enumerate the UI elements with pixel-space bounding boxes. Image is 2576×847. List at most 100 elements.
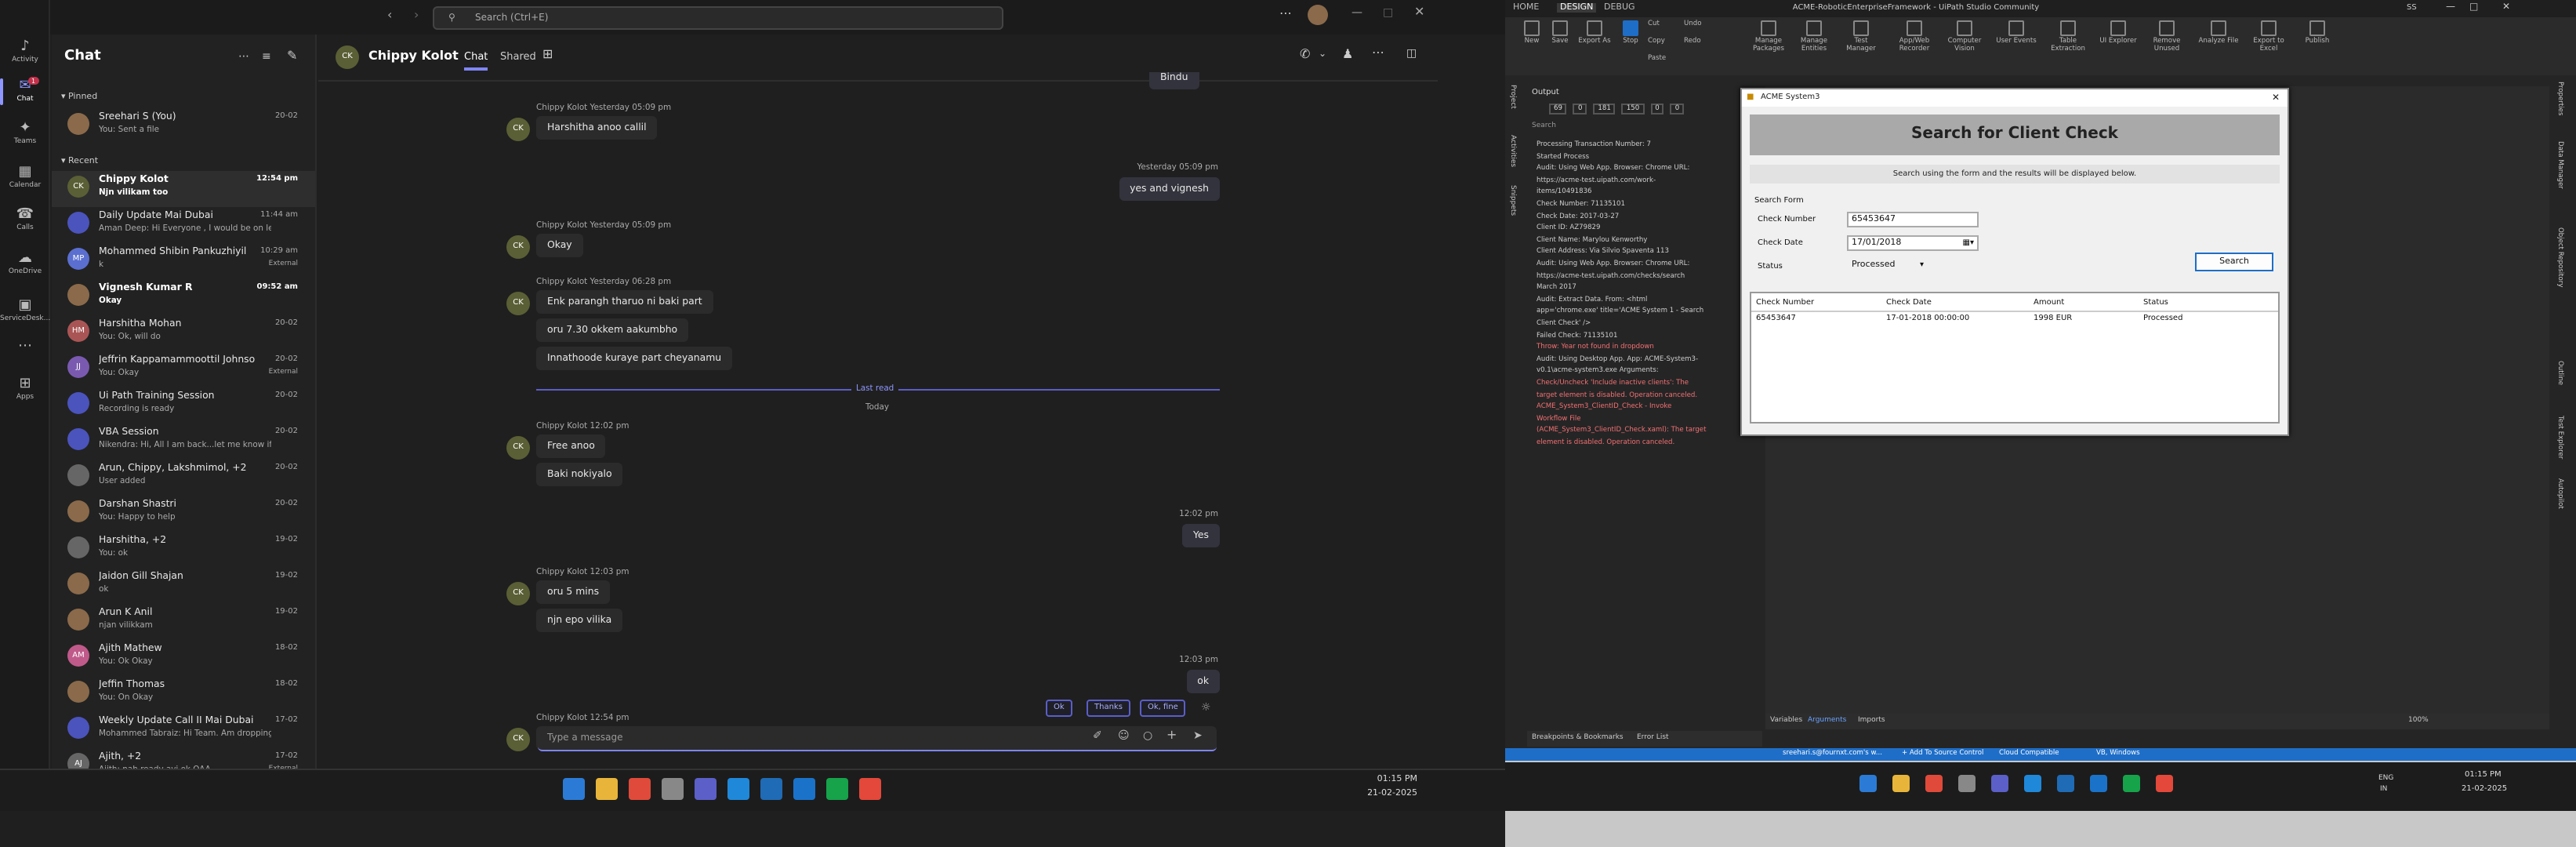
calendar-dropdown-icon[interactable]: ▦▾ — [1963, 237, 1974, 249]
ribbon-button-table-extraction[interactable]: Table Extraction — [2048, 20, 2088, 53]
chat-list-item[interactable]: VBA Session Nikendra: Hi, All I am back..… — [52, 424, 315, 460]
taskbar-app-icon[interactable] — [760, 778, 782, 800]
side-tab-test-explorer[interactable]: Test Explorer — [2556, 416, 2563, 459]
close-icon[interactable]: ✕ — [2272, 89, 2280, 107]
taskbar-app-icon[interactable] — [859, 778, 881, 800]
pinned-section-label[interactable]: ▾ Pinned — [61, 93, 97, 102]
back-arrow-icon[interactable]: ‹ — [387, 8, 392, 22]
taskbar-app-icon[interactable] — [1925, 775, 1943, 792]
ribbon-button-export-as[interactable]: Export As — [1574, 20, 1615, 45]
my-message-bubble[interactable]: yes and vignesh — [1119, 177, 1220, 201]
message-bubble[interactable]: Baki nokiyalo — [536, 463, 623, 486]
ribbon-button-redo[interactable]: Redo — [1682, 38, 1714, 45]
ribbon-button-analyze-file[interactable]: Analyze File — [2198, 20, 2239, 45]
compose-box[interactable]: Type a message ✐ ☺ ○ + ➤ — [538, 726, 1217, 751]
ribbon-button-undo[interactable]: Undo — [1682, 20, 1714, 28]
lightbulb-icon[interactable]: ☼ — [1201, 701, 1211, 714]
rail-item-bell[interactable]: ♪ Activity — [0, 39, 50, 64]
ribbon-button-test-manager[interactable]: Test Manager — [1841, 20, 1881, 53]
maximize-icon[interactable]: □ — [2469, 2, 2478, 13]
ribbon-button-manage-entities[interactable]: Manage Entities — [1794, 20, 1834, 53]
taskbar-app-icon[interactable] — [596, 778, 618, 800]
search-input[interactable]: ⚲ Search (Ctrl+E) — [433, 6, 1003, 30]
grid-cell[interactable]: 17-01-2018 00:00:00 — [1886, 314, 1969, 323]
chat-list-item[interactable]: Weekly Update Call II Mai Dubai Mohammed … — [52, 712, 315, 748]
format-icon[interactable]: ✐ — [1093, 729, 1102, 742]
message-bubble[interactable]: Free anoo — [536, 434, 606, 458]
forward-arrow-icon[interactable]: › — [414, 8, 419, 22]
output-count[interactable]: 0 — [1670, 104, 1685, 115]
close-icon[interactable]: ✕ — [2502, 2, 2510, 13]
ribbon-button-computer-vision[interactable]: Computer Vision — [1944, 20, 1985, 53]
side-tab-properties[interactable]: Properties — [2556, 82, 2563, 115]
more-options-icon[interactable]: ⋯ — [1372, 45, 1384, 60]
taskbar-app-icon[interactable] — [629, 778, 651, 800]
ribbon-button-stop[interactable]: Stop — [1610, 20, 1651, 45]
taskbar-app-icon[interactable] — [1991, 775, 2008, 792]
chat-list-item[interactable]: Arun, Chippy, Lakshmimol, +2 User added 20… — [52, 460, 315, 496]
chat-list-item[interactable]: Darshan Shastri You: Happy to help 20-02 — [52, 496, 315, 532]
chat-list-item[interactable]: MP Mohammed Shibin Pankuzhiyil k 10:29 am Ex… — [52, 243, 315, 279]
tab-error-list[interactable]: Error List — [1637, 734, 1669, 742]
side-panel-icon[interactable]: ◫ — [1406, 47, 1417, 60]
taskbar-app-icon[interactable] — [2123, 775, 2140, 792]
output-count[interactable]: 0 — [1573, 104, 1587, 115]
output-search[interactable]: Search — [1532, 122, 1556, 130]
message-bubble[interactable]: Innathoode kuraye part cheyanamu — [536, 347, 733, 370]
maximize-icon[interactable]: □ — [1383, 6, 1393, 19]
taskbar-app-icon[interactable] — [826, 778, 848, 800]
more-icon[interactable]: ⋯ — [238, 50, 249, 63]
status-dropdown[interactable]: Processed ▾ — [1847, 257, 1928, 273]
taskbar-app-icon[interactable] — [793, 778, 815, 800]
chat-list-item[interactable]: Ui Path Training Session Recording is rea… — [52, 387, 315, 424]
ribbon-tab-debug[interactable]: DEBUG — [1604, 3, 1635, 13]
ribbon-button-user-events[interactable]: User Events — [1996, 20, 2037, 45]
output-count[interactable]: 0 — [1650, 104, 1664, 115]
call-icon[interactable]: ✆ — [1300, 47, 1310, 61]
chat-list-item[interactable]: Vignesh Kumar R Okay 09:52 am — [52, 279, 315, 315]
close-icon[interactable]: ✕ — [1414, 5, 1424, 19]
ribbon-tab-design[interactable]: DESIGN — [1557, 3, 1597, 13]
suggested-reply[interactable]: Ok, fine — [1140, 700, 1186, 717]
status-source-control[interactable]: + Add To Source Control — [1902, 750, 1983, 758]
status-user[interactable]: sreehari.s@fournxt.com's w... — [1783, 750, 1882, 758]
search-button[interactable]: Search — [2195, 253, 2273, 271]
minimize-icon[interactable]: — — [1351, 6, 1362, 19]
new-chat-icon[interactable]: ✎ — [287, 49, 297, 63]
status-cloud[interactable]: Cloud Compatible — [1999, 750, 2059, 758]
chat-list-item[interactable]: AJAjith, +2Ajith: nah ready ayi ok OAA17… — [52, 748, 315, 769]
ribbon-button-export-to-excel[interactable]: Export to Excel — [2248, 20, 2289, 53]
add-tab-icon[interactable]: ⊞ — [542, 47, 553, 61]
sticker-icon[interactable]: ○ — [1143, 729, 1152, 742]
grid-column-header[interactable]: Check Date — [1886, 298, 1932, 307]
side-tab-outline[interactable]: Outline — [2556, 361, 2563, 385]
suggested-reply[interactable]: Thanks — [1087, 700, 1130, 717]
my-message-bubble[interactable]: Yes — [1182, 524, 1220, 547]
user-initials[interactable]: SS — [2407, 3, 2417, 13]
tab-shared[interactable]: Shared — [500, 50, 536, 63]
message-bubble[interactable]: Harshitha anoo callil — [536, 116, 658, 140]
tab-imports[interactable]: Imports — [1858, 717, 1885, 725]
grid-column-header[interactable]: Status — [2143, 298, 2168, 307]
taskbar-app-icon[interactable] — [1958, 775, 1976, 792]
ribbon-button-publish[interactable]: Publish — [2297, 20, 2338, 45]
rail-item-chat[interactable]: ✉ Chat 1 — [0, 77, 50, 105]
side-tab-data-manager[interactable]: Data Manager — [2556, 141, 2563, 189]
side-tab-snippets[interactable]: Snippets — [1508, 185, 1516, 216]
people-icon[interactable]: ♟ — [1342, 47, 1353, 61]
profile-avatar[interactable] — [1308, 5, 1328, 25]
chevron-down-icon[interactable]: ⌄ — [1319, 49, 1326, 60]
ribbon-button-copy[interactable]: Copy — [1646, 38, 1678, 45]
chat-list-item[interactable]: Jeffin Thomas You: On Okay 18-02 — [52, 676, 315, 712]
add-icon[interactable]: + — [1166, 728, 1177, 742]
recent-section-label[interactable]: ▾ Recent — [61, 157, 98, 166]
ribbon-button-cut[interactable]: Cut — [1646, 20, 1678, 28]
side-tab-autopilot[interactable]: Autopilot — [2556, 478, 2563, 509]
taskbar-app-icon[interactable] — [727, 778, 749, 800]
grid-column-header[interactable]: Check Number — [1756, 298, 1814, 307]
send-icon[interactable]: ➤ — [1193, 729, 1203, 742]
suggested-reply[interactable]: Ok — [1046, 700, 1072, 717]
chat-list-item[interactable]: Harshitha, +2 You: ok 19-02 — [52, 532, 315, 568]
taskbar-app-icon[interactable] — [2024, 775, 2041, 792]
grid-cell[interactable]: Processed — [2143, 314, 2182, 323]
